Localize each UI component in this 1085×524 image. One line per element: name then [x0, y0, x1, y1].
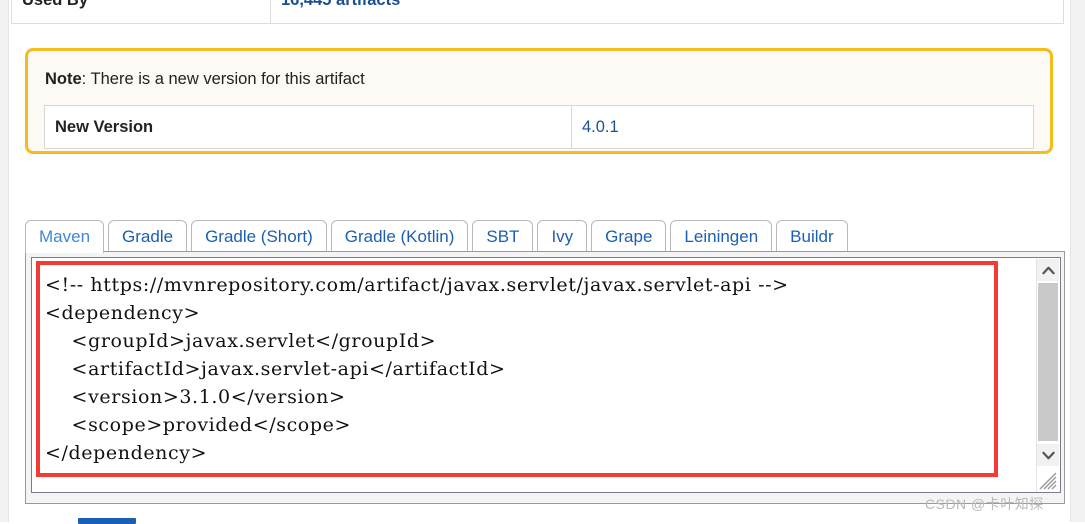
tab-leiningen[interactable]: Leiningen — [670, 220, 773, 253]
chevron-down-icon — [1041, 451, 1055, 459]
new-version-note-box: Note: There is a new version for this ar… — [25, 48, 1053, 154]
tab-maven[interactable]: Maven — [25, 220, 105, 253]
note-prefix: Note — [45, 70, 82, 88]
textarea-resize-grip[interactable] — [1038, 469, 1058, 491]
code-scrollbar[interactable] — [1036, 259, 1059, 492]
new-version-table: New Version 4.0.1 — [44, 105, 1034, 149]
tab-sbt[interactable]: SBT — [472, 220, 534, 253]
dependency-snippet-code: <!-- https://mvnrepository.com/artifact/… — [45, 274, 789, 464]
tab-gradle-kotlin[interactable]: Gradle (Kotlin) — [330, 220, 469, 253]
resize-grip-icon — [1039, 472, 1057, 490]
page-right-gutter — [1070, 0, 1085, 522]
table-row: New Version 4.0.1 — [44, 105, 1034, 149]
artifact-content: Used By 16,445 artifacts Note: There is … — [9, 0, 1070, 524]
chevron-up-icon — [1041, 266, 1055, 274]
dependency-snippet-textarea[interactable]: <!-- https://mvnrepository.com/artifact/… — [31, 257, 1061, 493]
watermark: CSDN @卡叶知探 — [925, 496, 1044, 512]
tab-gradle-short[interactable]: Gradle (Short) — [191, 220, 327, 253]
new-version-value-cell: 4.0.1 — [571, 105, 1034, 149]
build-tool-tabs: Maven Gradle Gradle (Short) Gradle (Kotl… — [25, 219, 1065, 253]
dependency-snippet-wrap: <!-- https://mvnrepository.com/artifact/… — [31, 257, 1061, 493]
page-left-gutter — [0, 0, 9, 522]
table-row: Used By 16,445 artifacts — [11, 0, 1064, 24]
page-bottom-accent-bar — [78, 518, 136, 524]
used-by-label: Used By — [11, 0, 271, 24]
tab-grape[interactable]: Grape — [591, 220, 667, 253]
new-version-label: New Version — [44, 105, 572, 149]
new-version-link[interactable]: 4.0.1 — [582, 118, 619, 136]
note-message-text: : There is a new version for this artifa… — [81, 70, 365, 88]
scrollbar-thumb[interactable] — [1038, 283, 1058, 441]
used-by-value-cell: 16,445 artifacts — [270, 0, 1064, 24]
scroll-down-button[interactable] — [1037, 444, 1059, 466]
tab-ivy[interactable]: Ivy — [537, 220, 588, 253]
artifact-info-table: Used By 16,445 artifacts — [11, 0, 1064, 24]
tab-buildr[interactable]: Buildr — [776, 220, 848, 253]
used-by-artifacts-link[interactable]: 16,445 artifacts — [281, 0, 400, 9]
scroll-up-button[interactable] — [1037, 259, 1059, 281]
tab-gradle[interactable]: Gradle — [108, 220, 188, 253]
note-message: Note: There is a new version for this ar… — [45, 70, 1034, 89]
